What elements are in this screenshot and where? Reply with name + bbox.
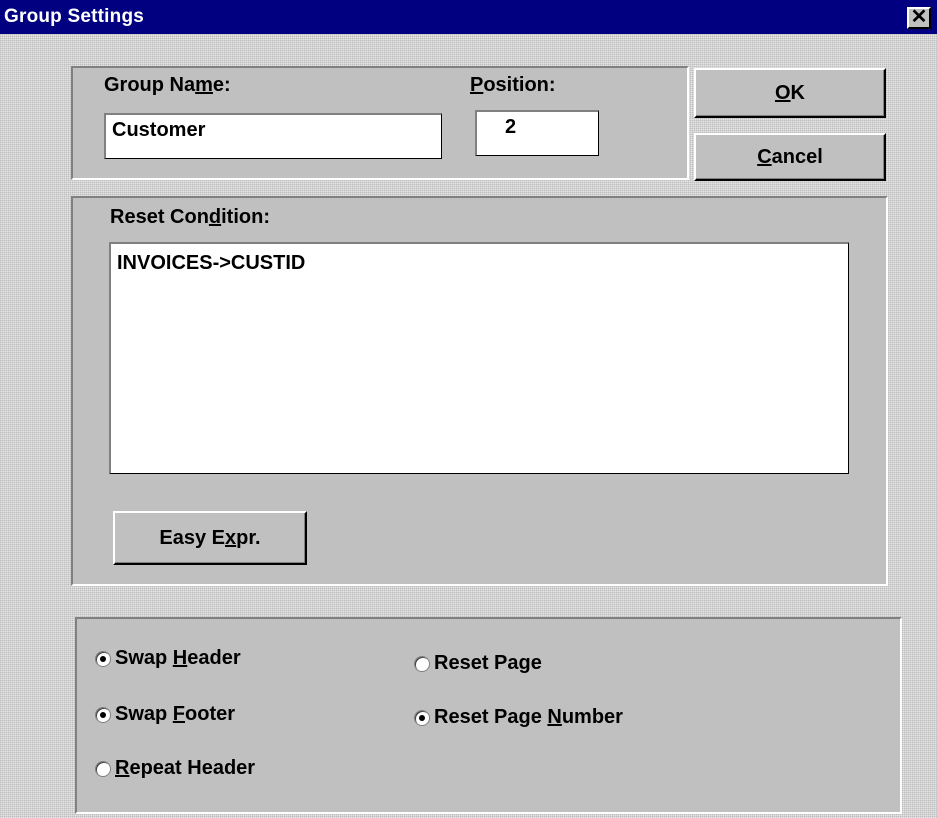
position-label: Position: (470, 74, 556, 96)
reset-page-number-label: Reset Page Number (434, 706, 623, 728)
options-panel: Swap Header Swap Footer Repeat Header Re… (75, 617, 902, 814)
reset-page-number-option[interactable]: Reset Page Number (414, 706, 623, 729)
reset-page-option[interactable]: Reset Page (414, 652, 542, 675)
reset-condition-textarea[interactable]: INVOICES->CUSTID (109, 242, 849, 474)
position-input[interactable]: 2 (475, 110, 599, 156)
window-title: Group Settings (4, 6, 145, 27)
group-name-input[interactable]: Customer (104, 113, 442, 159)
reset-condition-panel: Reset Condition: INVOICES->CUSTID Easy E… (71, 196, 888, 586)
repeat-header-option[interactable]: Repeat Header (95, 757, 255, 780)
swap-footer-label: Swap Footer (115, 703, 236, 725)
swap-header-radio[interactable] (95, 650, 111, 667)
title-bar: Group Settings ✕ (0, 0, 937, 34)
group-name-label: Group Name: (104, 74, 231, 96)
repeat-header-label: Repeat Header (115, 757, 256, 779)
easy-expr-button-label: Easy Expr. (159, 526, 261, 549)
dialog-client-area: Group Name: Customer Position: 2 OK Canc… (0, 34, 937, 818)
repeat-header-radio[interactable] (95, 760, 111, 777)
ok-button-label: OK (774, 81, 805, 104)
easy-expr-button[interactable]: Easy Expr. (113, 511, 307, 565)
swap-footer-option[interactable]: Swap Footer (95, 703, 235, 726)
swap-footer-radio[interactable] (95, 706, 111, 723)
close-button[interactable]: ✕ (907, 7, 931, 29)
group-name-panel: Group Name: Customer Position: 2 (71, 66, 689, 180)
swap-header-option[interactable]: Swap Header (95, 647, 241, 670)
swap-header-label: Swap Header (115, 647, 241, 669)
close-icon: ✕ (910, 6, 928, 28)
reset-page-label: Reset Page (434, 652, 542, 674)
cancel-button-label: Cancel (757, 145, 823, 168)
reset-condition-label: Reset Condition: (110, 206, 270, 228)
reset-page-radio[interactable] (414, 655, 430, 672)
cancel-button[interactable]: Cancel (694, 133, 886, 181)
reset-page-number-radio[interactable] (414, 709, 430, 726)
ok-button[interactable]: OK (694, 68, 886, 118)
